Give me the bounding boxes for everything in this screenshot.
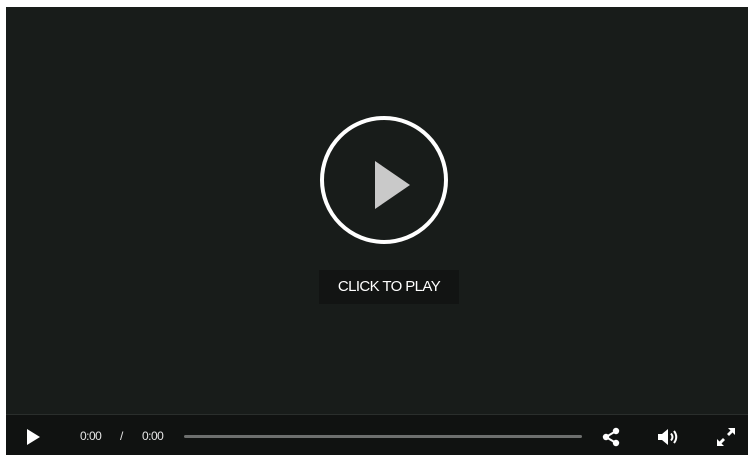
- volume-icon: [658, 429, 678, 445]
- play-circle-icon: [375, 161, 410, 209]
- fullscreen-button[interactable]: [714, 425, 738, 449]
- volume-button[interactable]: [656, 426, 682, 448]
- video-stage[interactable]: CLICK TO PLAY: [6, 7, 748, 414]
- share-icon: [602, 427, 620, 447]
- play-button[interactable]: [24, 428, 42, 446]
- big-play-button[interactable]: [320, 116, 448, 244]
- time-separator: /: [120, 429, 123, 443]
- control-bar: 0:00 / 0:00: [6, 414, 748, 455]
- share-button[interactable]: [600, 426, 622, 448]
- duration-time: 0:00: [142, 429, 164, 443]
- progress-bar[interactable]: [184, 435, 582, 438]
- current-time: 0:00: [80, 429, 102, 443]
- video-player[interactable]: CLICK TO PLAY 0:00 / 0:00: [6, 7, 748, 455]
- fullscreen-icon: [717, 428, 735, 446]
- play-icon: [27, 429, 40, 445]
- click-to-play-label[interactable]: CLICK TO PLAY: [319, 270, 459, 304]
